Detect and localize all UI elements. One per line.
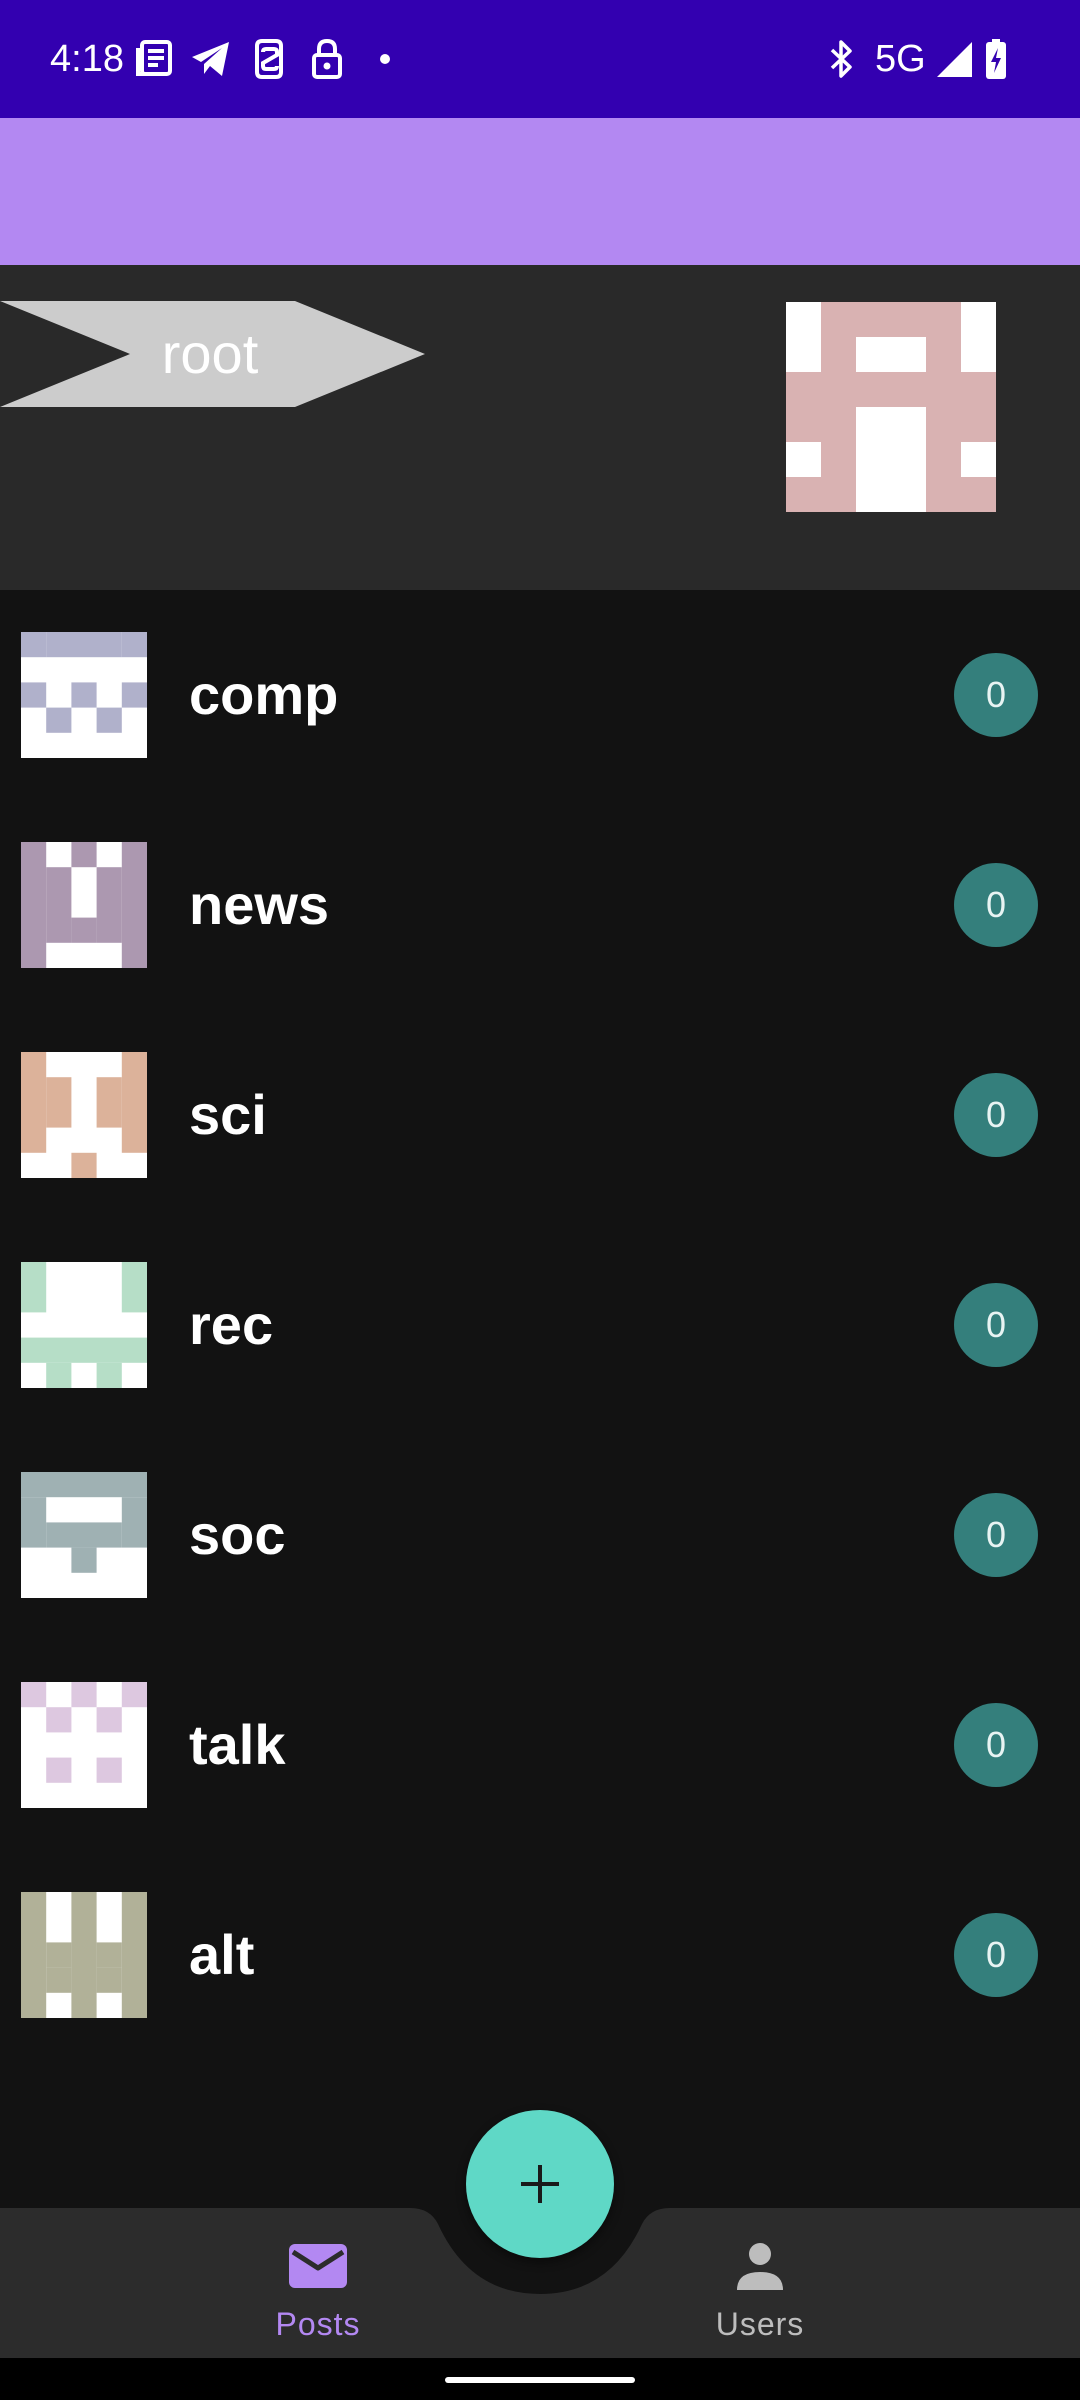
post-count-badge: 0 [954,863,1038,947]
group-name: alt [189,1923,255,1986]
post-count-badge: 0 [954,1283,1038,1367]
status-time: 4:18 [50,38,124,80]
group-name: news [189,873,330,936]
group-avatar [21,632,147,758]
group-name: rec [189,1293,274,1356]
list-item[interactable]: alt 0 [0,1850,1080,2060]
root-avatar [786,302,996,512]
group-name: comp [189,663,339,726]
status-bar: 4:18 5G [0,0,1080,118]
plus-icon [521,2165,559,2203]
root-label[interactable]: root [130,301,290,407]
post-count-badge: 0 [954,1703,1038,1787]
group-header: root [0,265,1080,590]
battery-charging-icon [986,39,1006,79]
nav-posts-label: Posts [275,2306,361,2342]
list-item[interactable]: sci 0 [0,1010,1080,1220]
list-item[interactable]: comp 0 [0,590,1080,800]
dot-icon [380,54,390,64]
gesture-handle[interactable] [445,2377,635,2383]
signal-icon [937,42,972,77]
group-name: sci [189,1083,267,1146]
screen: 4:18 5G root comp 0 news 0 sci 0 rec 0 s… [0,0,1080,2400]
news-icon [136,40,172,76]
list-item[interactable]: news 0 [0,800,1080,1010]
group-avatar [21,1682,147,1808]
mail-icon [289,2244,347,2288]
bluetooth-icon [830,40,852,78]
group-avatar [21,1262,147,1388]
post-count-badge: 0 [954,1493,1038,1577]
person-icon [737,2243,783,2290]
lock-icon [312,38,342,79]
post-count-badge: 0 [954,1913,1038,1997]
group-avatar [21,842,147,968]
post-count-badge: 0 [954,653,1038,737]
list-item[interactable]: rec 0 [0,1220,1080,1430]
post-count-badge: 0 [954,1073,1038,1157]
add-button[interactable] [466,2110,614,2258]
nav-users-label: Users [715,2306,805,2342]
vpn-icon [255,39,283,79]
group-avatar [21,1892,147,2018]
nav-users[interactable]: Users [630,2208,890,2358]
group-name: talk [189,1713,286,1776]
group-name: soc [189,1503,286,1566]
nav-posts[interactable]: Posts [188,2208,448,2358]
network-type: 5G [875,38,926,80]
list-item[interactable]: talk 0 [0,1640,1080,1850]
telegram-icon [192,42,229,76]
group-avatar [21,1472,147,1598]
app-bar [0,118,1080,265]
group-avatar [21,1052,147,1178]
list-item[interactable]: soc 0 [0,1430,1080,1640]
